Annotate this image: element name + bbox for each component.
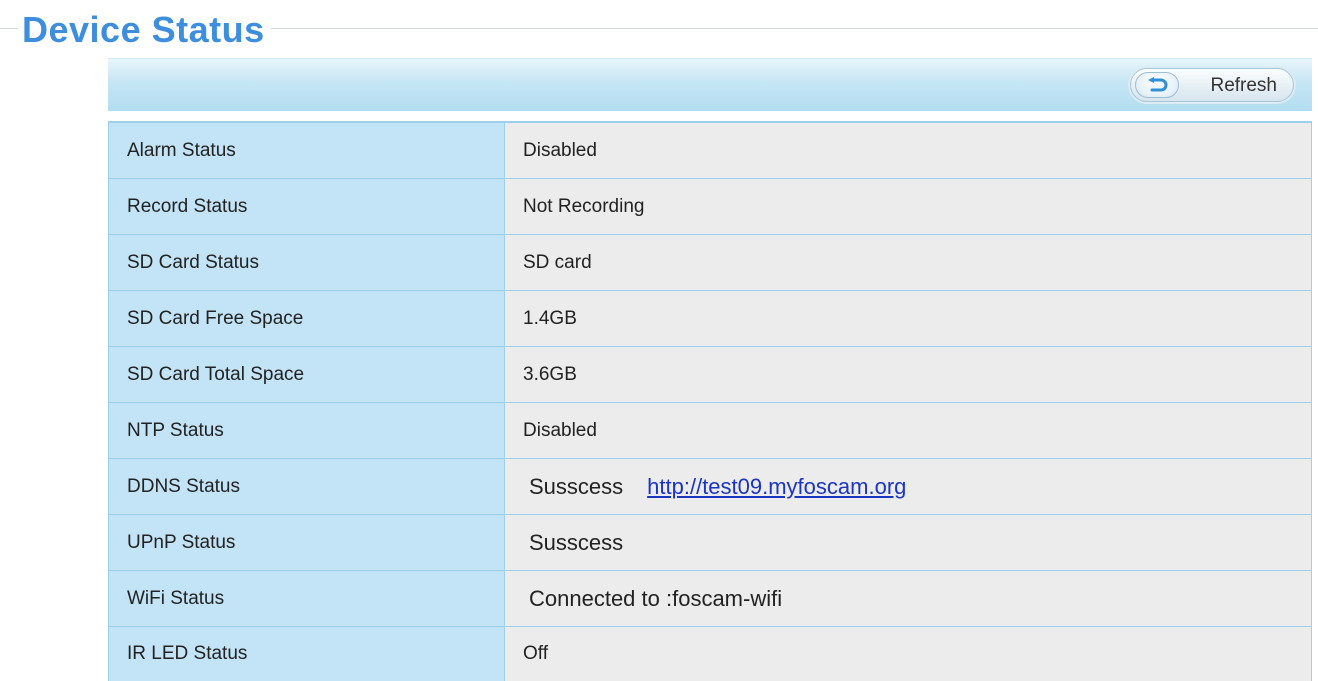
wifi-status-cell: Connected to :foscam-wifi	[504, 570, 1312, 627]
record-status-value: Not Recording	[504, 178, 1312, 235]
sd-card-total-space-label: SD Card Total Space	[108, 346, 505, 403]
wifi-status-label: WiFi Status	[108, 570, 505, 627]
table-row: SD Card Status SD card	[108, 234, 1312, 291]
table-row: UPnP Status Susscess	[108, 514, 1312, 571]
sd-card-total-space-value: 3.6GB	[504, 346, 1312, 403]
alarm-status-label: Alarm Status	[108, 121, 505, 179]
upnp-status-value: Susscess	[529, 529, 624, 555]
ddns-status-label: DDNS Status	[108, 458, 505, 515]
status-table: Alarm Status Disabled Record Status Not …	[108, 121, 1312, 681]
table-row: Alarm Status Disabled	[108, 121, 1312, 179]
ntp-status-value: Disabled	[504, 402, 1312, 459]
ddns-status-value: Susscess	[529, 473, 624, 499]
upnp-status-cell: Susscess	[504, 514, 1312, 571]
status-toolbar: Refresh	[108, 58, 1312, 111]
table-row: DDNS Status Susscess http://test09.myfosc…	[108, 458, 1312, 515]
device-status-page: Device Status Refresh Alarm Status Disab…	[0, 0, 1318, 681]
refresh-button[interactable]: Refresh	[1130, 68, 1294, 102]
record-status-label: Record Status	[108, 178, 505, 235]
table-row: SD Card Free Space 1.4GB	[108, 290, 1312, 347]
table-row: NTP Status Disabled	[108, 402, 1312, 459]
ntp-status-label: NTP Status	[108, 402, 505, 459]
wifi-status-value: Connected to :foscam-wifi	[529, 585, 783, 611]
page-title: Device Status	[18, 10, 271, 50]
sd-card-free-space-label: SD Card Free Space	[108, 290, 505, 347]
ir-led-status-label: IR LED Status	[108, 626, 505, 681]
upnp-status-label: UPnP Status	[108, 514, 505, 571]
ir-led-status-value: Off	[504, 626, 1312, 681]
undo-arrow-icon	[1135, 72, 1179, 98]
table-row: Record Status Not Recording	[108, 178, 1312, 235]
table-row: IR LED Status Off	[108, 626, 1312, 681]
refresh-label: Refresh	[1210, 75, 1277, 96]
ddns-status-cell: Susscess http://test09.myfoscam.org	[504, 458, 1312, 515]
sd-card-status-value: SD card	[504, 234, 1312, 291]
table-row: WiFi Status Connected to :foscam-wifi	[108, 570, 1312, 627]
sd-card-free-space-value: 1.4GB	[504, 290, 1312, 347]
sd-card-status-label: SD Card Status	[108, 234, 505, 291]
table-row: SD Card Total Space 3.6GB	[108, 346, 1312, 403]
ddns-url-link[interactable]: http://test09.myfoscam.org	[641, 474, 906, 499]
alarm-status-value: Disabled	[504, 121, 1312, 179]
